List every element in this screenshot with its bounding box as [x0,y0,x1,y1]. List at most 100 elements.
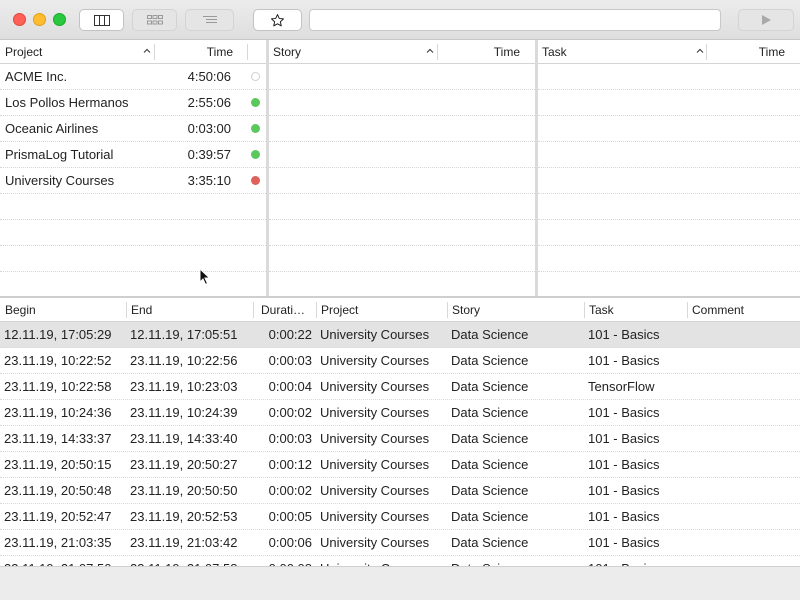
project-name: Los Pollos Hermanos [5,95,129,110]
log-row[interactable]: 23.11.19, 10:22:52 23.11.19, 10:22:56 0:00… [0,348,800,374]
log-cell-story: Data Science [451,535,529,550]
story-column-header[interactable]: Story [273,40,301,64]
minimize-window-button[interactable] [33,13,46,26]
project-name: University Courses [5,173,115,188]
mouse-cursor-icon [199,268,211,286]
empty-row [0,220,266,246]
project-row[interactable]: University Courses 3:35:10 [0,168,266,194]
story-pane: Story Time [269,40,535,296]
log-row[interactable]: 23.11.19, 20:50:48 23.11.19, 20:50:50 0:00… [0,478,800,504]
star-icon [271,13,284,26]
begin-column-header[interactable]: Begin [5,298,36,322]
task-pane: Task Time [538,40,800,296]
log-cell-end: 23.11.19, 20:50:27 [130,457,238,472]
story-column-header[interactable]: Story [452,298,480,322]
log-cell-begin: 23.11.19, 14:33:37 [4,431,112,446]
empty-row [538,168,800,194]
log-cell-begin: 23.11.19, 10:24:36 [4,405,112,420]
project-time-column-header[interactable]: Time [207,40,233,64]
log-row[interactable]: 23.11.19, 21:07:50 23.11.19, 21:07:58 0:00… [0,556,800,566]
log-cell-task: 101 - Basics [588,483,660,498]
favorite-button[interactable] [253,9,302,31]
status-bar [0,566,800,600]
view-columns-button[interactable] [79,9,124,31]
log-cell-duration: 0:00:03 [268,353,312,368]
empty-row [269,194,535,220]
project-time: 2:55:06 [187,95,231,110]
log-cell-duration: 0:00:02 [268,405,312,420]
log-cell-end: 23.11.19, 10:22:56 [130,353,238,368]
close-window-button[interactable] [13,13,26,26]
empty-row [0,246,266,272]
log-cell-duration: 0:00:04 [268,379,312,394]
view-grid-button[interactable] [132,9,177,31]
log-cell-task: TensorFlow [588,379,655,394]
log-cell-end: 23.11.19, 21:03:42 [130,535,238,550]
status-indicator-icon [251,98,260,107]
log-row[interactable]: 23.11.19, 20:52:47 23.11.19, 20:52:53 0:00… [0,504,800,530]
project-name: Oceanic Airlines [5,121,99,136]
empty-row [269,90,535,116]
task-column-header[interactable]: Task [589,298,614,322]
log-row[interactable]: 23.11.19, 14:33:37 23.11.19, 14:33:40 0:00… [0,426,800,452]
project-column-header[interactable]: Project [5,40,42,64]
end-column-header[interactable]: End [131,298,152,322]
duration-column-header[interactable]: Durati… [261,298,305,322]
project-time: 4:50:06 [187,69,231,84]
log-cell-duration: 0:00:08 [254,556,312,566]
log-cell-project: University Courses [320,327,430,342]
task-time-column-header[interactable]: Time [759,40,785,64]
log-cell-begin: 23.11.19, 20:50:48 [4,483,112,498]
log-cell-task: 101 - Basics [588,353,660,368]
project-row[interactable]: PrismaLog Tutorial 0:39:57 [0,142,266,168]
comment-column-header[interactable]: Comment [692,298,744,322]
log-cell-end: 12.11.19, 17:05:51 [130,327,238,342]
project-row[interactable]: Los Pollos Hermanos 2:55:06 [0,90,266,116]
empty-row [269,116,535,142]
project-row[interactable]: Oceanic Airlines 0:03:00 [0,116,266,142]
log-cell-project: University Courses [320,431,430,446]
log-cell-duration: 0:00:22 [268,327,312,342]
story-time-column-header[interactable]: Time [494,40,520,64]
log-row[interactable]: 23.11.19, 10:22:58 23.11.19, 10:23:03 0:00… [0,374,800,400]
view-list-button[interactable] [185,9,234,31]
empty-row [538,194,800,220]
log-cell-task: 101 - Basics [588,509,660,524]
log-cell-end: 23.11.19, 20:50:50 [130,483,238,498]
log-cell-begin: 23.11.19, 20:52:47 [4,509,112,524]
log-cell-story: Data Science [451,431,529,446]
log-row[interactable]: 23.11.19, 20:50:15 23.11.19, 20:50:27 0:00… [0,452,800,478]
log-row[interactable]: 23.11.19, 10:24:36 23.11.19, 10:24:39 0:00… [0,400,800,426]
window-toolbar [0,0,800,40]
project-row[interactable]: ACME Inc. 4:50:06 [0,64,266,90]
log-cell-story: Data Science [451,353,529,368]
empty-row [538,246,800,272]
start-timer-button[interactable] [738,9,794,31]
log-cell-project: University Courses [320,483,430,498]
log-cell-end: 23.11.19, 20:52:53 [130,509,238,524]
empty-row [269,142,535,168]
log-cell-begin: 23.11.19, 10:22:58 [4,379,112,394]
task-list [538,64,800,296]
zoom-window-button[interactable] [53,13,66,26]
log-cell-story: Data Science [451,556,528,566]
log-cell-task: 101 - Basics [588,405,660,420]
log-cell-project: University Courses [320,457,430,472]
empty-row [269,246,535,272]
empty-row [538,220,800,246]
log-row[interactable]: 23.11.19, 21:03:35 23.11.19, 21:03:42 0:00… [0,530,800,556]
log-cell-story: Data Science [451,483,529,498]
log-cell-begin: 23.11.19, 21:07:50 [4,556,111,566]
story-table-header: Story Time [269,40,535,64]
status-indicator-icon [251,72,260,81]
task-column-header[interactable]: Task [542,40,567,64]
project-column-header[interactable]: Project [321,298,358,322]
log-table-header: Begin End Durati… Project Story Task Com… [0,298,800,322]
log-cell-end: 23.11.19, 10:23:03 [130,379,238,394]
play-icon [762,15,771,25]
empty-row [538,90,800,116]
empty-row [269,220,535,246]
search-input[interactable] [309,9,721,31]
log-row[interactable]: 12.11.19, 17:05:29 12.11.19, 17:05:51 0:00… [0,322,800,348]
log-cell-project: University Courses [320,379,430,394]
